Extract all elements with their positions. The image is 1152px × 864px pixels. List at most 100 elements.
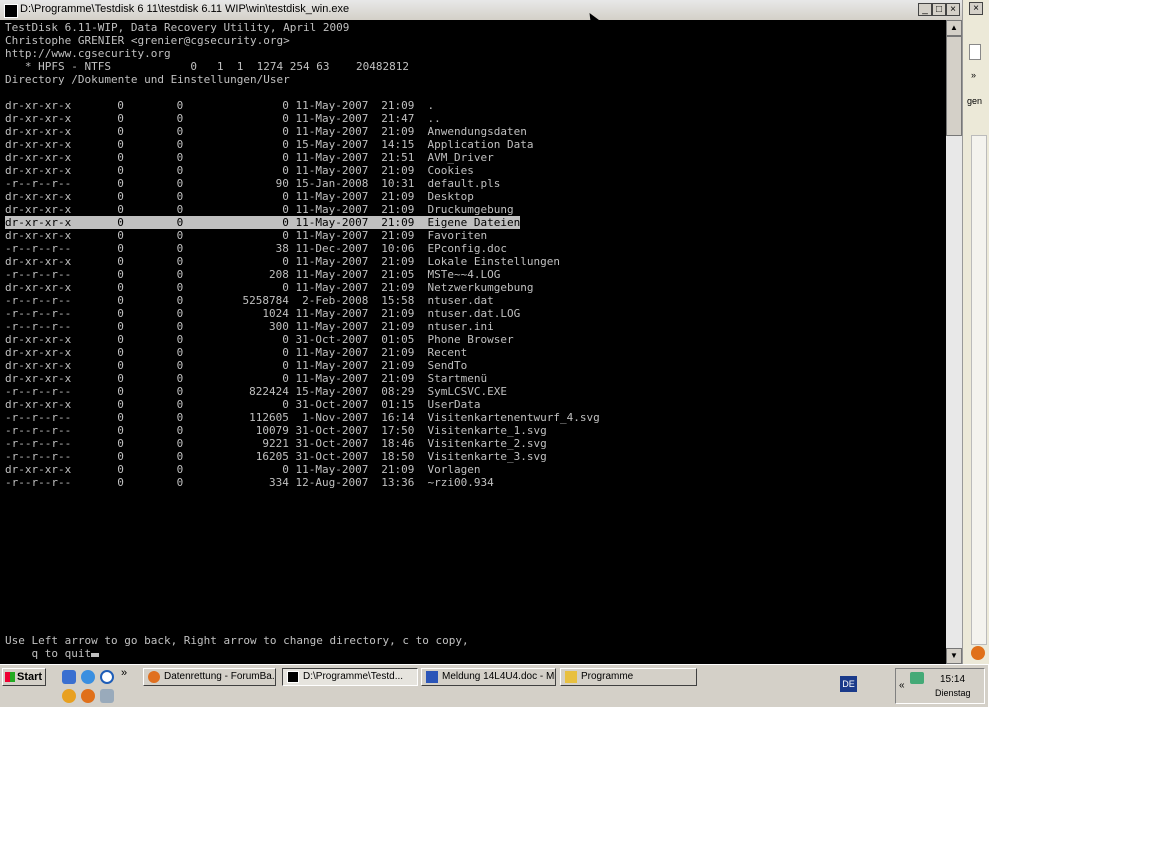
background-close-button[interactable]: ×	[969, 2, 983, 15]
file-gid: 0	[176, 372, 184, 385]
file-entry[interactable]: dr-xr-xr-x 0 0 0 11-May-2007 21:09 Cooki…	[5, 164, 474, 177]
toolbar-dropdown[interactable]	[969, 44, 981, 60]
file-entry[interactable]: dr-xr-xr-x 0 0 0 11-May-2007 21:09 Deskt…	[5, 190, 474, 203]
task-testdisk[interactable]: D:\Programme\Testd...	[282, 668, 418, 686]
power-icon[interactable]	[62, 689, 76, 703]
file-entry[interactable]: -r--r--r-- 0 0 208 11-May-2007 21:05 MST…	[5, 268, 500, 281]
file-time: 21:09	[381, 255, 415, 268]
file-date: 12-Aug-2007	[295, 476, 369, 489]
task-datenrettung[interactable]: Datenrettung - ForumBa...	[143, 668, 276, 686]
network-icon[interactable]	[910, 672, 924, 684]
minimize-button[interactable]: _	[918, 3, 932, 16]
quicklaunch-chevron[interactable]: »	[121, 667, 127, 679]
file-entry[interactable]: -r--r--r-- 0 0 5258784 2-Feb-2008 15:58 …	[5, 294, 494, 307]
footer-text: q to quit	[5, 647, 92, 660]
background-window[interactable]: × » gen	[962, 0, 989, 664]
title-bar[interactable]: D:\Programme\Testdisk 6 11\testdisk 6.11…	[0, 0, 962, 21]
task-meldung-doc[interactable]: Meldung 14L4U4.doc - Mi...	[421, 668, 556, 686]
file-entry[interactable]: dr-xr-xr-x 0 0 0 11-May-2007 21:09 Lokal…	[5, 255, 560, 268]
file-size: 0	[282, 112, 289, 125]
file-entry[interactable]: -r--r--r-- 0 0 16205 31-Oct-2007 18:50 V…	[5, 450, 547, 463]
file-permissions: dr-xr-xr-x	[5, 151, 72, 164]
file-name: ntuser.dat.LOG	[427, 307, 521, 320]
file-entry[interactable]: dr-xr-xr-x 0 0 0 31-Oct-2007 01:05 Phone…	[5, 333, 514, 346]
file-gid: 0	[176, 151, 184, 164]
file-date: 11-May-2007	[295, 203, 369, 216]
file-time: 16:14	[381, 411, 415, 424]
file-entry[interactable]: -r--r--r-- 0 0 334 12-Aug-2007 13:36 ~rz…	[5, 476, 494, 489]
firefox-icon[interactable]	[971, 646, 985, 660]
console-window[interactable]: D:\Programme\Testdisk 6 11\testdisk 6.11…	[0, 0, 962, 664]
scroll-up-icon[interactable]: ▲	[946, 20, 962, 36]
console-app-icon	[4, 4, 18, 18]
file-entry[interactable]: dr-xr-xr-x 0 0 0 11-May-2007 21:47 ..	[5, 112, 441, 125]
start-button[interactable]: Start	[2, 668, 46, 686]
file-date: 11-May-2007	[295, 268, 369, 281]
file-entry[interactable]: dr-xr-xr-x 0 0 0 15-May-2007 14:15 Appli…	[5, 138, 533, 151]
file-entry[interactable]: dr-xr-xr-x 0 0 0 31-Oct-2007 01:15 UserD…	[5, 398, 481, 411]
task-programme-folder[interactable]: Programme	[560, 668, 697, 686]
file-entry[interactable]: dr-xr-xr-x 0 0 0 11-May-2007 21:09 Favor…	[5, 229, 487, 242]
tray-expand-chevron[interactable]: «	[899, 680, 905, 691]
file-uid: 0	[117, 294, 124, 307]
internet-explorer-icon[interactable]	[81, 670, 95, 684]
file-entry-selected[interactable]: dr-xr-xr-x 0 0 0 11-May-2007 21:09 Eigen…	[5, 216, 521, 229]
file-entry[interactable]: -r--r--r-- 0 0 300 11-May-2007 21:09 ntu…	[5, 320, 494, 333]
file-time: 21:09	[381, 164, 415, 177]
file-entry[interactable]: dr-xr-xr-x 0 0 0 11-May-2007 21:09 Netzw…	[5, 281, 533, 294]
file-gid: 0	[176, 385, 184, 398]
file-entry[interactable]: dr-xr-xr-x 0 0 0 11-May-2007 21:09 Start…	[5, 372, 487, 385]
file-uid: 0	[117, 281, 124, 294]
file-name: ntuser.ini	[427, 320, 494, 333]
file-date: 11-May-2007	[295, 125, 369, 138]
scroll-down-icon[interactable]: ▼	[946, 648, 962, 664]
firefox-icon[interactable]	[81, 689, 95, 703]
file-entry[interactable]: dr-xr-xr-x 0 0 0 11-May-2007 21:09 Recen…	[5, 346, 467, 359]
file-size: 5258784	[242, 294, 289, 307]
file-entry[interactable]: -r--r--r-- 0 0 822424 15-May-2007 08:29 …	[5, 385, 507, 398]
file-uid: 0	[117, 138, 124, 151]
toolbar-chevron[interactable]: »	[971, 70, 976, 80]
file-entry[interactable]: -r--r--r-- 0 0 38 11-Dec-2007 10:06 EPco…	[5, 242, 507, 255]
file-uid: 0	[117, 229, 124, 242]
file-name: .	[427, 99, 435, 112]
file-entry[interactable]: -r--r--r-- 0 0 10079 31-Oct-2007 17:50 V…	[5, 424, 547, 437]
header-line: http://www.cgsecurity.org	[5, 47, 171, 60]
file-entry[interactable]: dr-xr-xr-x 0 0 0 11-May-2007 21:09 .	[5, 99, 434, 112]
file-entry[interactable]: -r--r--r-- 0 0 1024 11-May-2007 21:09 nt…	[5, 307, 520, 320]
file-entry[interactable]: dr-xr-xr-x 0 0 0 11-May-2007 21:09 Anwen…	[5, 125, 527, 138]
task-label: Programme	[581, 671, 634, 682]
file-gid: 0	[176, 216, 184, 229]
file-entry[interactable]: dr-xr-xr-x 0 0 0 11-May-2007 21:09 Vorla…	[5, 463, 481, 476]
terminal-output[interactable]: TestDisk 6.11-WIP, Data Recovery Utility…	[0, 20, 946, 664]
maximize-button[interactable]: □	[932, 3, 946, 16]
file-name: Anwendungsdaten	[427, 125, 527, 138]
file-date: 31-Oct-2007	[295, 424, 369, 437]
file-entry[interactable]: -r--r--r-- 0 0 9221 31-Oct-2007 18:46 Vi…	[5, 437, 547, 450]
file-gid: 0	[176, 398, 184, 411]
file-date: 11-May-2007	[295, 164, 369, 177]
notepad-icon[interactable]	[100, 689, 114, 703]
footer-help-line: q to quit	[5, 647, 100, 660]
media-player-icon[interactable]	[100, 670, 114, 684]
file-entry[interactable]: -r--r--r-- 0 0 90 15-Jan-2008 10:31 defa…	[5, 177, 500, 190]
clock-time[interactable]: 15:14	[940, 674, 965, 685]
background-scrollbar[interactable]	[971, 135, 987, 645]
close-button[interactable]: ×	[946, 3, 960, 16]
show-desktop-icon[interactable]	[62, 670, 76, 684]
file-date: 11-May-2007	[295, 372, 369, 385]
language-indicator[interactable]: DE	[840, 676, 857, 692]
file-time: 21:09	[381, 125, 415, 138]
file-size: 90	[275, 177, 289, 190]
file-gid: 0	[176, 99, 184, 112]
file-gid: 0	[176, 229, 184, 242]
file-entry[interactable]: dr-xr-xr-x 0 0 0 11-May-2007 21:09 Druck…	[5, 203, 514, 216]
file-entry[interactable]: dr-xr-xr-x 0 0 0 11-May-2007 21:09 SendT…	[5, 359, 467, 372]
file-size: 0	[282, 203, 289, 216]
scroll-thumb[interactable]	[946, 36, 962, 136]
header-line: TestDisk 6.11-WIP, Data Recovery Utility…	[5, 21, 350, 34]
file-entry[interactable]: -r--r--r-- 0 0 112605 1-Nov-2007 16:14 V…	[5, 411, 600, 424]
file-name: EPconfig.doc	[427, 242, 507, 255]
console-scrollbar[interactable]: ▲ ▼	[946, 20, 962, 664]
file-entry[interactable]: dr-xr-xr-x 0 0 0 11-May-2007 21:51 AVM_D…	[5, 151, 494, 164]
